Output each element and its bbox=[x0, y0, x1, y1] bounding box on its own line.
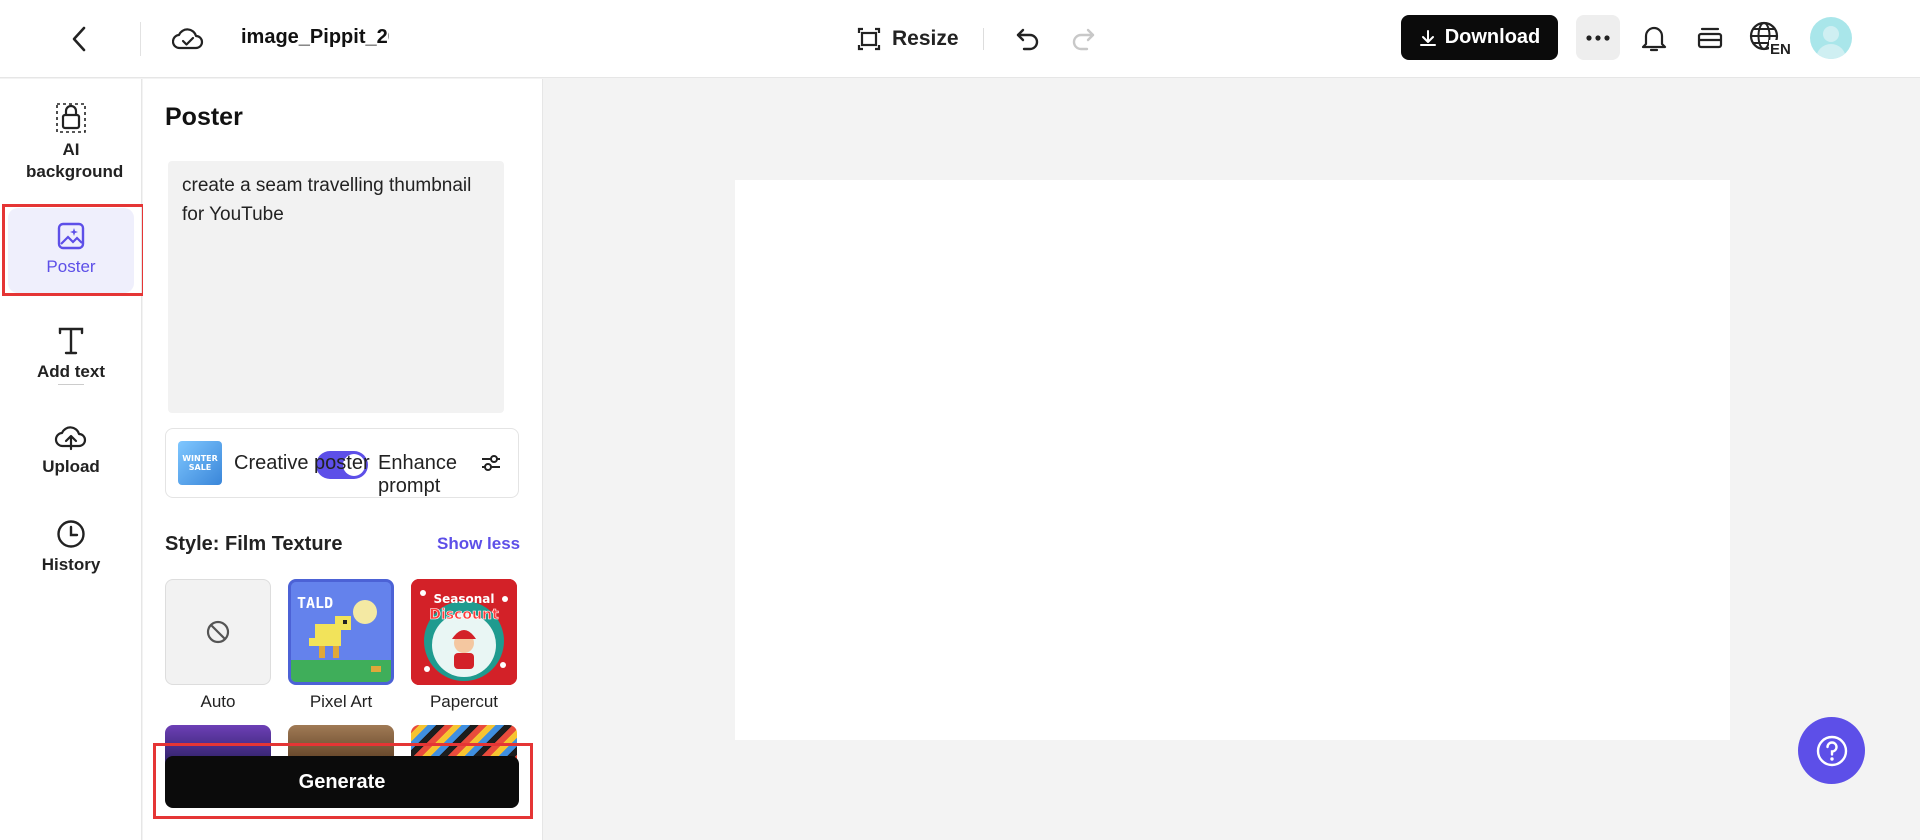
sidebar-item-label: Upload bbox=[42, 457, 100, 476]
text-icon bbox=[58, 327, 84, 355]
undo-button[interactable] bbox=[1011, 22, 1045, 56]
show-less-link[interactable]: Show less bbox=[437, 534, 520, 554]
sidebar-item-history[interactable]: History bbox=[8, 518, 134, 576]
thumbnail-text: Seasonal bbox=[433, 592, 494, 606]
subscription-button[interactable] bbox=[1691, 19, 1729, 57]
style-label: Pixel Art bbox=[309, 692, 373, 711]
poster-type-selector[interactable]: WINTER SALE Creative poster bbox=[165, 428, 519, 498]
sidebar-item-label: Poster bbox=[46, 257, 96, 276]
download-button[interactable]: Download bbox=[1401, 15, 1558, 60]
back-button[interactable] bbox=[62, 22, 96, 56]
chevron-left-icon bbox=[72, 26, 86, 52]
layers-icon bbox=[1697, 27, 1723, 49]
panel-title: Poster bbox=[165, 103, 243, 131]
style-tile-pixel-art[interactable]: TALD bbox=[288, 579, 394, 685]
download-label: Download bbox=[1444, 26, 1541, 48]
redo-button[interactable] bbox=[1066, 22, 1100, 56]
resize-label: Resize bbox=[892, 27, 959, 50]
divider bbox=[140, 22, 141, 56]
style-tile-auto[interactable] bbox=[165, 579, 271, 685]
prompt-text[interactable]: create a seam travelling thumbnail for Y… bbox=[182, 171, 492, 229]
poster-type-name: Creative poster bbox=[234, 452, 370, 474]
language-button[interactable]: EN bbox=[1748, 19, 1792, 57]
sidebar-item-label: Add text bbox=[37, 362, 105, 381]
poster-panel: Poster create a seam travelling thumbnai… bbox=[143, 79, 543, 840]
notifications-button[interactable] bbox=[1635, 19, 1673, 57]
style-label: Papercut bbox=[429, 692, 499, 711]
top-bar: image_Pippit_20 Resize Download EN bbox=[0, 0, 1920, 78]
more-icon bbox=[1586, 34, 1610, 41]
sidebar-item-label: History bbox=[41, 555, 101, 574]
style-tile-papercut[interactable]: Seasonal Discount bbox=[411, 579, 517, 685]
divider bbox=[983, 28, 984, 50]
no-style-icon bbox=[206, 620, 230, 644]
ai-background-icon bbox=[56, 103, 86, 133]
sidebar-item-upload[interactable]: Upload bbox=[8, 422, 134, 478]
language-code: EN bbox=[1770, 41, 1791, 56]
download-icon bbox=[1419, 29, 1436, 46]
thumbnail-text: WINTER SALE bbox=[182, 454, 218, 472]
prompt-input[interactable]: create a seam travelling thumbnail for Y… bbox=[168, 161, 504, 497]
poster-type-thumbnail: WINTER SALE bbox=[178, 441, 222, 485]
thumbnail-text: Discount bbox=[429, 607, 499, 623]
sidebar-item-ai-background[interactable]: AI background bbox=[8, 101, 134, 183]
more-options-button[interactable] bbox=[1576, 15, 1620, 60]
bell-icon bbox=[1641, 26, 1667, 52]
help-icon bbox=[1816, 735, 1847, 766]
resize-icon bbox=[857, 27, 881, 51]
resize-button[interactable]: Resize bbox=[856, 20, 959, 58]
sliders-icon bbox=[482, 455, 500, 471]
globe-icon: EN bbox=[1749, 21, 1791, 56]
undo-icon bbox=[1016, 28, 1039, 51]
file-name[interactable]: image_Pippit_20 bbox=[241, 26, 389, 52]
pixel-art-thumbnail: TALD bbox=[291, 582, 391, 682]
poster-icon bbox=[57, 222, 85, 250]
papercut-thumbnail: Seasonal Discount bbox=[411, 579, 517, 685]
design-canvas[interactable] bbox=[735, 180, 1730, 740]
divider bbox=[58, 384, 84, 385]
settings-button[interactable] bbox=[476, 448, 506, 478]
cloud-saved-icon bbox=[170, 22, 206, 56]
thumbnail-text: TALD bbox=[297, 594, 333, 612]
upload-icon bbox=[54, 426, 87, 451]
style-label: Auto bbox=[200, 692, 236, 711]
history-icon bbox=[57, 520, 85, 548]
sidebar-item-poster[interactable]: Poster bbox=[8, 208, 134, 293]
generate-button[interactable]: Generate bbox=[165, 756, 519, 808]
sidebar-item-label: AI background bbox=[26, 140, 124, 181]
avatar[interactable] bbox=[1810, 17, 1852, 59]
sidebar-item-add-text[interactable]: Add text bbox=[8, 325, 134, 383]
tool-rail: AI background Poster Add text Upload His… bbox=[0, 79, 142, 840]
style-heading: Style: Film Texture bbox=[165, 533, 343, 555]
redo-icon bbox=[1072, 28, 1095, 51]
help-button[interactable] bbox=[1798, 717, 1865, 784]
